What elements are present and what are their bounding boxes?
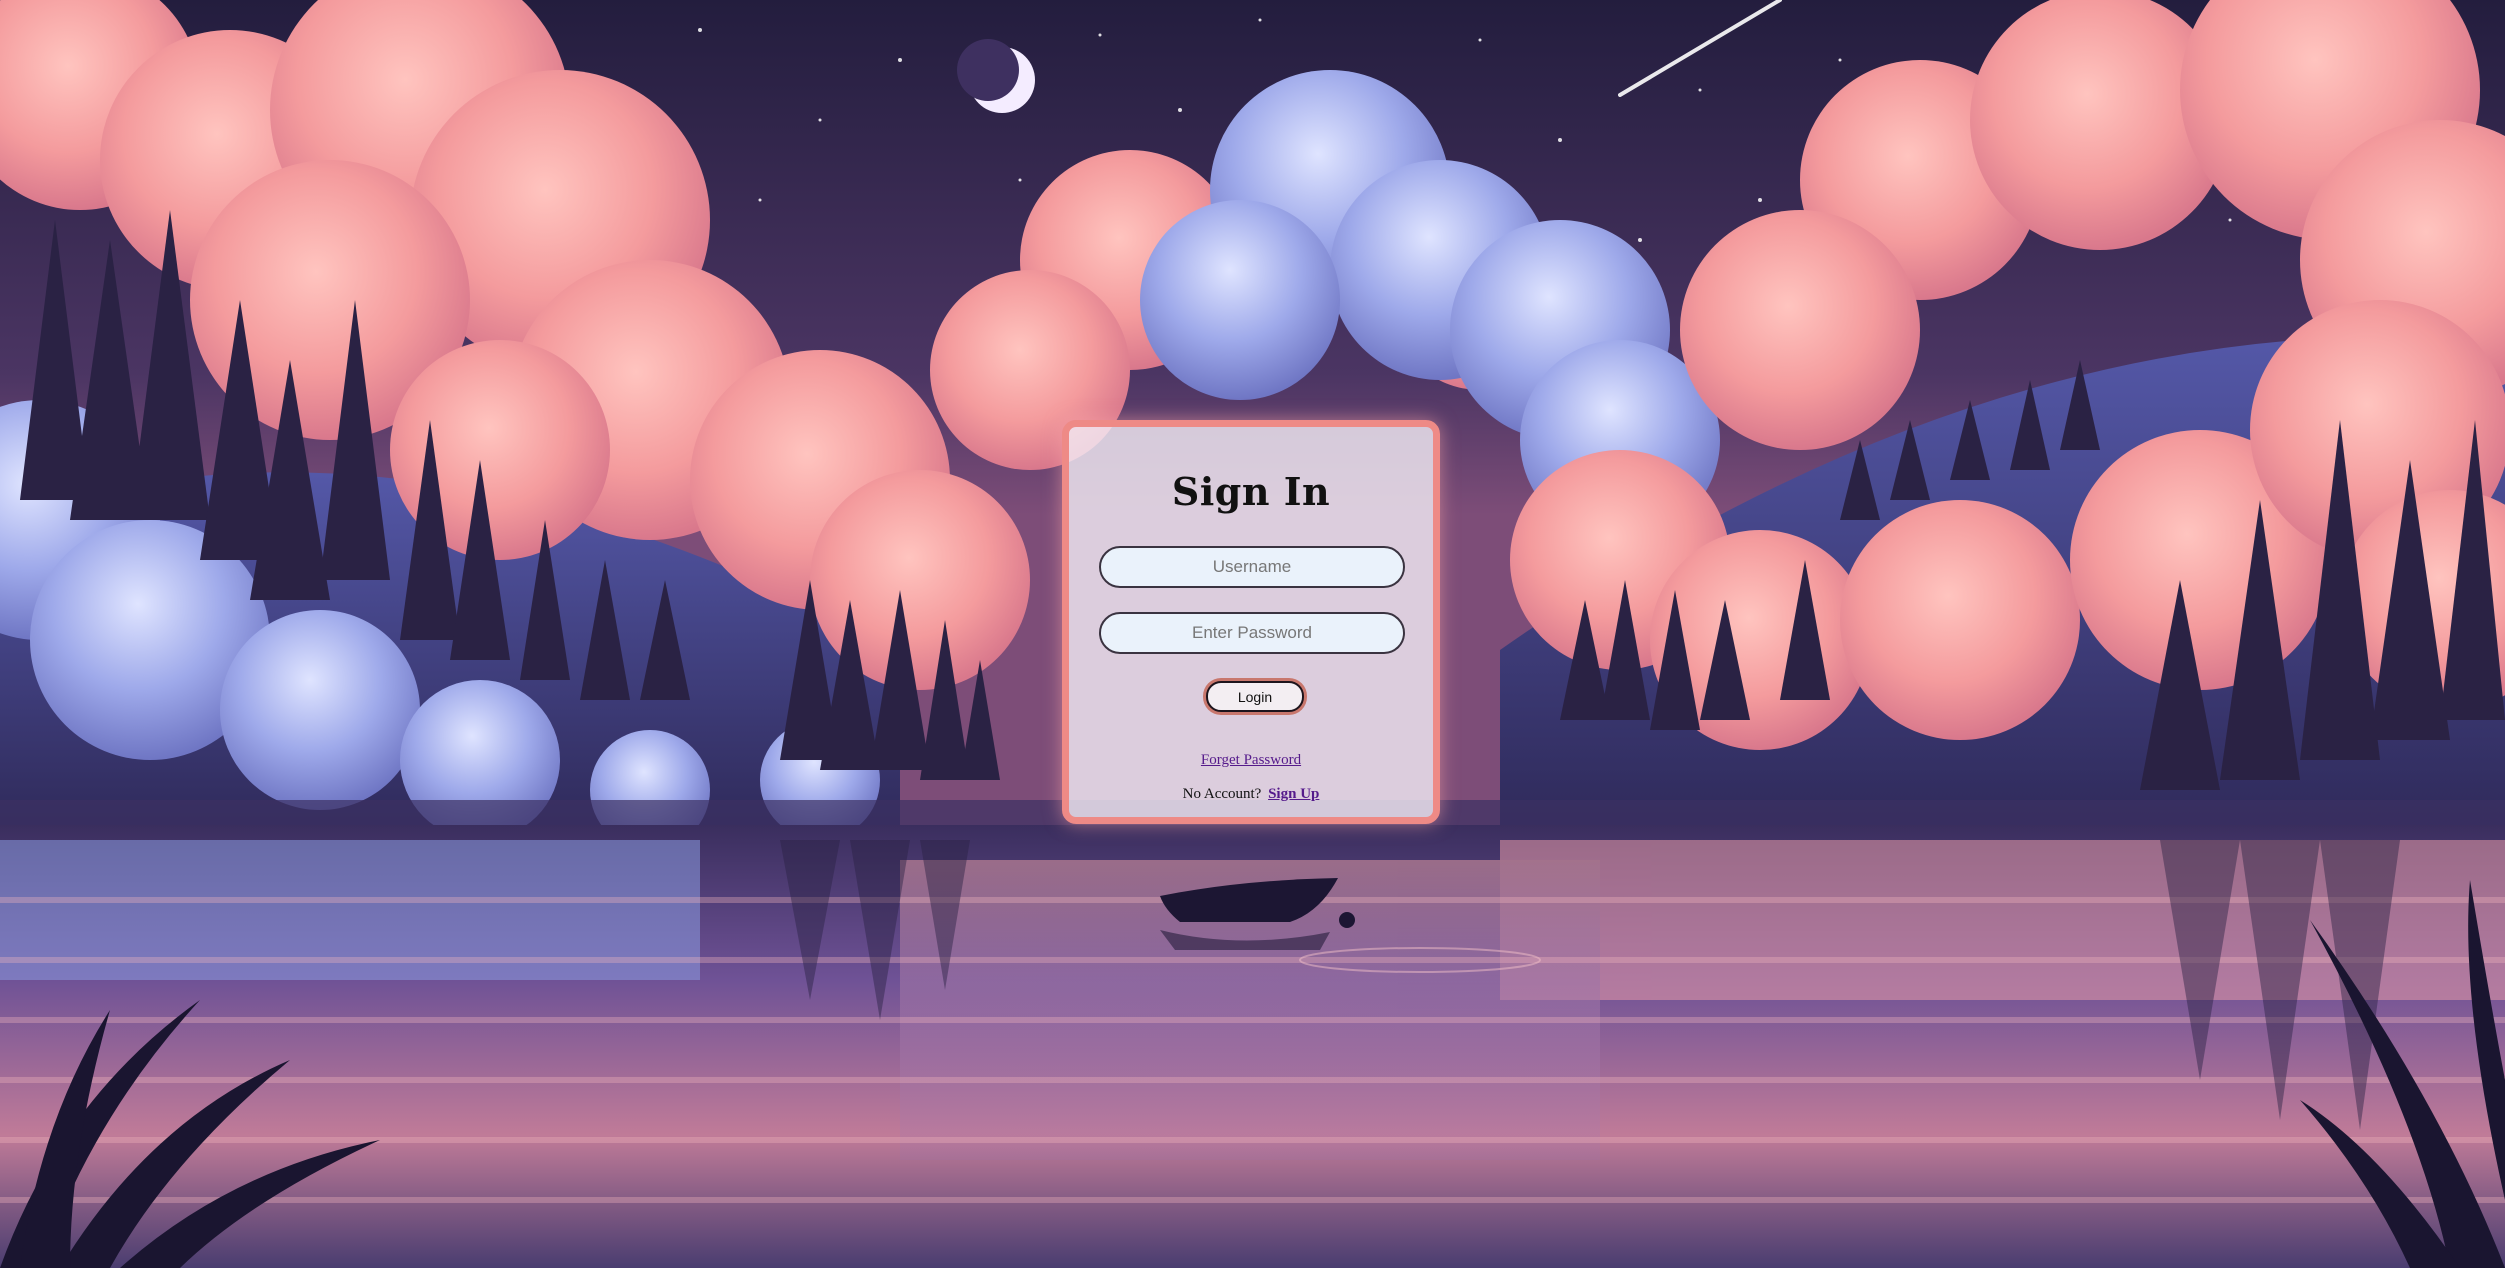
username-input[interactable]	[1099, 546, 1405, 588]
no-account-text: No Account?	[1182, 786, 1262, 802]
signup-prompt: No Account? Sign Up	[1069, 786, 1433, 803]
forgot-password-link[interactable]: Forget Password	[1069, 752, 1433, 769]
login-card: Sign In Login Forget Password No Account…	[1062, 420, 1440, 824]
page-title: Sign In	[1171, 469, 1331, 514]
password-input[interactable]	[1099, 612, 1405, 654]
login-button[interactable]: Login	[1206, 681, 1304, 712]
sign-up-link[interactable]: Sign Up	[1268, 786, 1319, 802]
